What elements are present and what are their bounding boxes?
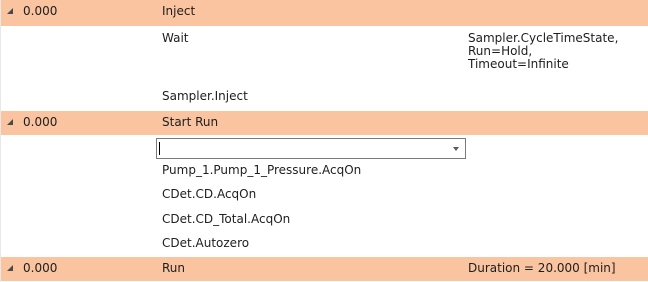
command-row[interactable]: Sampler.Inject bbox=[1, 85, 648, 111]
step-name: Inject bbox=[162, 4, 196, 18]
step-detail: Duration = 20.000 [min] bbox=[468, 261, 616, 275]
command-row[interactable]: Pump_1.Pump_1_Pressure.AcqOn bbox=[1, 159, 648, 183]
expand-collapse-icon[interactable] bbox=[7, 119, 13, 125]
step-time: 0.000 bbox=[23, 261, 58, 275]
step-row[interactable]: 0.000 Run Duration = 20.000 [min] bbox=[1, 257, 648, 282]
edit-row[interactable] bbox=[1, 136, 648, 159]
command-combobox[interactable] bbox=[156, 138, 466, 159]
step-row[interactable]: 0.000 Inject bbox=[1, 0, 648, 27]
expand-collapse-icon[interactable] bbox=[7, 265, 13, 271]
chevron-down-icon[interactable] bbox=[453, 147, 459, 151]
command-name: Wait bbox=[162, 31, 189, 45]
command-name: CDet.CD.AcqOn bbox=[162, 187, 257, 201]
step-time: 0.000 bbox=[23, 4, 58, 18]
command-parameters: Sampler.CycleTimeState, Run=Hold, Timeou… bbox=[468, 31, 619, 71]
command-name: CDet.CD_Total.AcqOn bbox=[162, 212, 291, 226]
text-cursor bbox=[159, 142, 160, 155]
command-name: Sampler.Inject bbox=[162, 89, 248, 103]
command-name: CDet.Autozero bbox=[162, 236, 250, 250]
command-name: Pump_1.Pump_1_Pressure.AcqOn bbox=[162, 163, 362, 177]
command-row[interactable]: Wait Sampler.CycleTimeState, Run=Hold, Ti… bbox=[1, 27, 648, 85]
step-row[interactable]: 0.000 Start Run bbox=[1, 111, 648, 136]
command-row[interactable]: CDet.CD_Total.AcqOn bbox=[1, 208, 648, 232]
step-name: Run bbox=[162, 261, 186, 275]
step-name: Start Run bbox=[162, 115, 219, 129]
command-row[interactable]: CDet.Autozero bbox=[1, 232, 648, 257]
instrument-method-grid: 0.000 Inject Wait Sampler.CycleTimeState, R… bbox=[0, 0, 648, 282]
expand-collapse-icon[interactable] bbox=[7, 8, 13, 14]
step-time: 0.000 bbox=[23, 115, 58, 129]
command-row[interactable]: CDet.CD.AcqOn bbox=[1, 183, 648, 208]
